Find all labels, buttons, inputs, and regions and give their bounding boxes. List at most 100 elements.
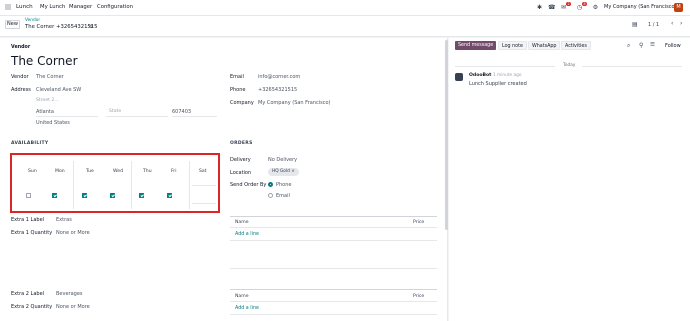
street-field[interactable]: Cleveland Ave SW: [36, 87, 81, 93]
followers-icon[interactable]: ☰: [650, 42, 655, 48]
breadcrumb-current: The Corner +32654321515: [25, 24, 98, 30]
day-header-fri: Fri: [171, 169, 177, 174]
extra2-field[interactable]: Beverages: [56, 291, 83, 297]
documents-icon[interactable]: ▤: [632, 21, 638, 28]
zip-field[interactable]: 607403: [172, 109, 191, 115]
city-underline: [36, 116, 98, 117]
log-note-button[interactable]: Log note: [498, 41, 527, 50]
new-button[interactable]: New: [5, 20, 20, 29]
checkbox-sun[interactable]: [26, 193, 31, 198]
date-divider-line: [455, 66, 555, 67]
extra1-field[interactable]: Extras: [56, 217, 72, 223]
table-border: [230, 216, 437, 217]
company-switcher[interactable]: My Company (San Francisco): [604, 4, 677, 10]
address-label: Address: [11, 87, 31, 93]
message-author[interactable]: OdooBot: [469, 73, 491, 78]
extra1-label: Extra 1 Label: [11, 217, 45, 223]
bug-icon[interactable]: ✱: [536, 4, 543, 11]
extra1-add-line[interactable]: Add a line: [235, 232, 259, 237]
page-title[interactable]: The Corner: [11, 54, 78, 68]
phone-icon[interactable]: ☎: [548, 4, 555, 11]
message-time: - 1 minute ago: [490, 73, 522, 78]
radio-email-label: Email: [276, 193, 290, 199]
checkbox-fri[interactable]: [167, 193, 172, 198]
day-header-sun: Sun: [28, 169, 37, 174]
location-tag-label: HQ Gold: [272, 169, 290, 174]
delivery-label: Delivery: [230, 157, 251, 163]
table-border: [230, 289, 437, 290]
app-name[interactable]: Lunch: [16, 4, 33, 10]
country-field[interactable]: United States: [36, 120, 70, 126]
pager-next-icon[interactable]: ›: [680, 20, 682, 27]
top-navbar: Lunch My Lunch Manager Configuration ✱ ☎…: [0, 0, 690, 16]
city-field[interactable]: Atlanta: [36, 109, 54, 115]
company-field[interactable]: My Company (San Francisco): [258, 100, 331, 106]
paperclip-icon[interactable]: ⚲: [639, 42, 643, 49]
zip-underline: [172, 116, 217, 117]
menu-my-lunch[interactable]: My Lunch: [40, 4, 65, 10]
day-header-tue: Tue: [86, 169, 94, 174]
radio-phone-label: Phone: [276, 182, 292, 188]
menu-manager[interactable]: Manager: [69, 4, 92, 10]
date-divider-line: [582, 66, 682, 67]
radio-phone[interactable]: [268, 182, 273, 187]
menu-configuration[interactable]: Configuration: [97, 4, 133, 10]
extra1-table-name-header[interactable]: Name: [235, 220, 249, 225]
date-divider: Today: [563, 63, 576, 68]
settings-icon[interactable]: ⚙: [592, 4, 599, 11]
street2-field[interactable]: Street 2...: [36, 98, 59, 103]
phone-field[interactable]: +32654321515: [258, 87, 297, 93]
pager-value[interactable]: 1 / 1: [648, 22, 659, 28]
cell-border: [192, 203, 216, 204]
vendor-value[interactable]: The Corner: [36, 74, 64, 80]
user-avatar[interactable]: M: [674, 3, 683, 12]
vendor-label: Vendor: [11, 74, 29, 80]
activity-badge: 8: [582, 2, 587, 6]
email-label: Email: [230, 74, 244, 80]
day-header-sat: Sat: [199, 169, 207, 174]
extra2-table-name-header[interactable]: Name: [235, 294, 249, 299]
pager-prev-icon[interactable]: ‹: [671, 20, 673, 27]
column-divider: [189, 161, 190, 209]
location-tag[interactable]: HQ Gold ×: [268, 168, 299, 176]
state-field[interactable]: State: [109, 109, 121, 114]
extra1-table-price-header[interactable]: Price: [413, 220, 424, 225]
table-border: [230, 227, 437, 228]
extra1-qty-select[interactable]: None or More: [56, 230, 90, 236]
checkbox-mon[interactable]: [52, 193, 57, 198]
extra2-add-line[interactable]: Add a line: [235, 306, 259, 311]
availability-title: AVAILABILITY: [11, 141, 49, 146]
extra2-table-price-header[interactable]: Price: [413, 294, 424, 299]
phone-label: Phone: [230, 87, 246, 93]
app-grid-icon[interactable]: [5, 4, 11, 10]
checkbox-thu[interactable]: [139, 193, 144, 198]
checkbox-tue[interactable]: [82, 193, 87, 198]
cell-border: [192, 185, 216, 186]
table-border: [230, 240, 437, 241]
activities-button[interactable]: Activities: [561, 41, 591, 50]
form-scrollbar[interactable]: [445, 40, 448, 230]
day-header-mon: Mon: [55, 169, 65, 174]
breadcrumb-vendor[interactable]: Vendor: [25, 18, 40, 23]
chat-badge: 2: [566, 2, 571, 6]
record-settings-icon[interactable]: ⚙: [89, 24, 93, 30]
control-panel: New Vendor The Corner +32654321515 ⚙ ▤ 1…: [0, 16, 690, 37]
delivery-select[interactable]: No Delivery: [268, 157, 297, 163]
column-divider: [131, 161, 132, 209]
company-label: Company: [230, 100, 254, 106]
search-icon[interactable]: ⌕: [627, 42, 630, 50]
send-message-button[interactable]: Send message: [455, 41, 497, 50]
checkbox-wed[interactable]: [110, 193, 115, 198]
tag-remove-icon[interactable]: ×: [291, 169, 295, 174]
message-body: Lunch Supplier created: [469, 81, 527, 87]
extra1-qty-label: Extra 1 Quantity: [11, 230, 53, 236]
follow-button[interactable]: Follow: [665, 43, 681, 49]
email-field[interactable]: info@corner.com: [258, 74, 300, 80]
radio-email[interactable]: [268, 193, 273, 198]
table-border: [230, 314, 437, 315]
extra2-qty-select[interactable]: None or More: [56, 304, 90, 310]
day-header-thu: Thu: [143, 169, 152, 174]
send-order-label: Send Order By: [230, 182, 267, 188]
orders-title: ORDERS: [230, 141, 253, 146]
whatsapp-button[interactable]: WhatsApp: [528, 41, 561, 50]
